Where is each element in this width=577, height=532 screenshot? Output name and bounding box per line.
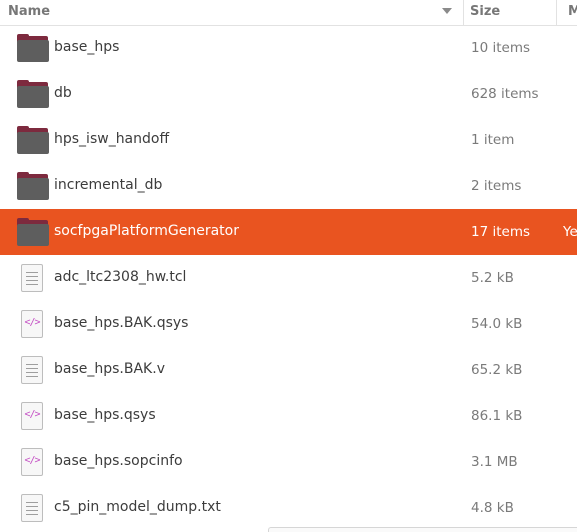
code-file-icon: </> xyxy=(17,402,49,430)
file-name: c5_pin_model_dump.txt xyxy=(54,499,221,515)
file-size: 628 items xyxy=(471,86,539,102)
folder-row[interactable]: db 628 items xyxy=(0,71,577,117)
file-row[interactable]: adc_ltc2308_hw.tcl 5.2 kB xyxy=(0,255,577,301)
file-row[interactable]: </> base_hps.BAK.qsys 54.0 kB xyxy=(0,301,577,347)
file-size: 1 item xyxy=(471,132,515,148)
folder-icon xyxy=(17,126,49,154)
file-name: db xyxy=(54,85,72,101)
text-file-icon xyxy=(17,264,49,292)
column-divider[interactable] xyxy=(556,0,557,25)
file-row[interactable]: base_hps.BAK.v 65.2 kB xyxy=(0,347,577,393)
file-size: 86.1 kB xyxy=(471,408,523,424)
file-name: base_hps.BAK.qsys xyxy=(54,315,189,331)
file-size: 65.2 kB xyxy=(471,362,523,378)
file-name: base_hps.sopcinfo xyxy=(54,453,183,469)
file-size: 54.0 kB xyxy=(471,316,523,332)
text-file-icon xyxy=(17,356,49,384)
folder-row[interactable]: hps_isw_handoff 1 item xyxy=(0,117,577,163)
horizontal-scrollbar[interactable] xyxy=(268,527,577,532)
column-divider[interactable] xyxy=(463,0,464,25)
file-name: base_hps.qsys xyxy=(54,407,156,423)
sort-descending-icon[interactable] xyxy=(442,8,452,14)
folder-icon xyxy=(17,80,49,108)
column-header: Name Size M xyxy=(0,0,577,26)
size-column-header[interactable]: Size xyxy=(470,4,500,19)
folder-row[interactable]: incremental_db 2 items xyxy=(0,163,577,209)
file-modified: Ye xyxy=(563,224,577,240)
file-row[interactable]: </> base_hps.qsys 86.1 kB xyxy=(0,393,577,439)
modified-column-header[interactable]: M xyxy=(568,4,577,19)
file-size: 3.1 MB xyxy=(471,454,518,470)
folder-icon xyxy=(17,172,49,200)
file-name: adc_ltc2308_hw.tcl xyxy=(54,269,187,285)
file-size: 17 items xyxy=(471,224,531,240)
text-file-icon xyxy=(17,494,49,522)
file-name: hps_isw_handoff xyxy=(54,131,170,147)
file-size: 4.8 kB xyxy=(471,500,514,516)
file-name: base_hps xyxy=(54,39,120,55)
file-name: socfpgaPlatformGenerator xyxy=(54,223,239,239)
folder-row[interactable]: socfpgaPlatformGenerator 17 items Ye xyxy=(0,209,577,255)
code-file-icon: </> xyxy=(17,310,49,338)
file-name: incremental_db xyxy=(54,177,163,193)
folder-icon xyxy=(17,218,49,246)
file-size: 5.2 kB xyxy=(471,270,514,286)
file-row[interactable]: c5_pin_model_dump.txt 4.8 kB xyxy=(0,485,577,531)
file-row[interactable]: </> base_hps.sopcinfo 3.1 MB xyxy=(0,439,577,485)
file-size: 10 items xyxy=(471,40,531,56)
folder-icon xyxy=(17,34,49,62)
file-size: 2 items xyxy=(471,178,522,194)
name-column-header[interactable]: Name xyxy=(8,4,50,19)
file-name: base_hps.BAK.v xyxy=(54,361,165,377)
code-file-icon: </> xyxy=(17,448,49,476)
folder-row[interactable]: base_hps 10 items xyxy=(0,25,577,71)
file-list: base_hps 10 items db 628 items hps_isw_hando… xyxy=(0,25,577,531)
